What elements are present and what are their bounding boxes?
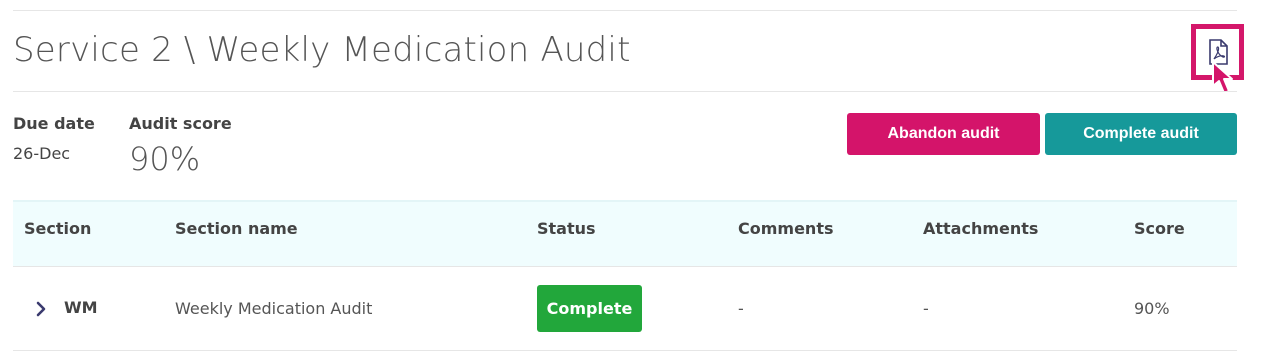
complete-audit-button[interactable]: Complete audit [1045, 113, 1237, 155]
table-row[interactable]: WM Weekly Medication Audit Complete - - … [13, 267, 1237, 351]
row-attachments: - [923, 299, 929, 318]
status-badge: Complete [537, 285, 642, 332]
column-header-section-name[interactable]: Section name [175, 219, 298, 238]
row-section-code: WM [64, 298, 98, 317]
column-header-attachments[interactable]: Attachments [923, 219, 1038, 238]
row-section-name: Weekly Medication Audit [175, 299, 373, 318]
page-title: Service 2 \ Weekly Medication Audit [13, 30, 631, 70]
audit-score-label: Audit score [129, 114, 232, 133]
row-score: 90% [1134, 299, 1170, 318]
chevron-right-icon[interactable] [35, 301, 47, 317]
column-header-score[interactable]: Score [1134, 219, 1185, 238]
table-header: Section Section name Status Comments Att… [13, 200, 1237, 267]
column-header-comments[interactable]: Comments [738, 219, 834, 238]
abandon-audit-button[interactable]: Abandon audit [847, 113, 1040, 155]
mouse-cursor-icon [1212, 61, 1233, 94]
row-comments: - [738, 299, 744, 318]
audit-page: Service 2 \ Weekly Medication Audit Due … [0, 0, 1262, 360]
due-date-label: Due date [13, 114, 95, 133]
due-date-value: 26-Dec [13, 144, 71, 163]
column-header-section[interactable]: Section [24, 219, 91, 238]
audit-score-value: 90% [129, 140, 201, 178]
top-divider [13, 10, 1237, 11]
header-divider [13, 91, 1237, 92]
column-header-status[interactable]: Status [537, 219, 596, 238]
sections-table: Section Section name Status Comments Att… [13, 200, 1237, 351]
